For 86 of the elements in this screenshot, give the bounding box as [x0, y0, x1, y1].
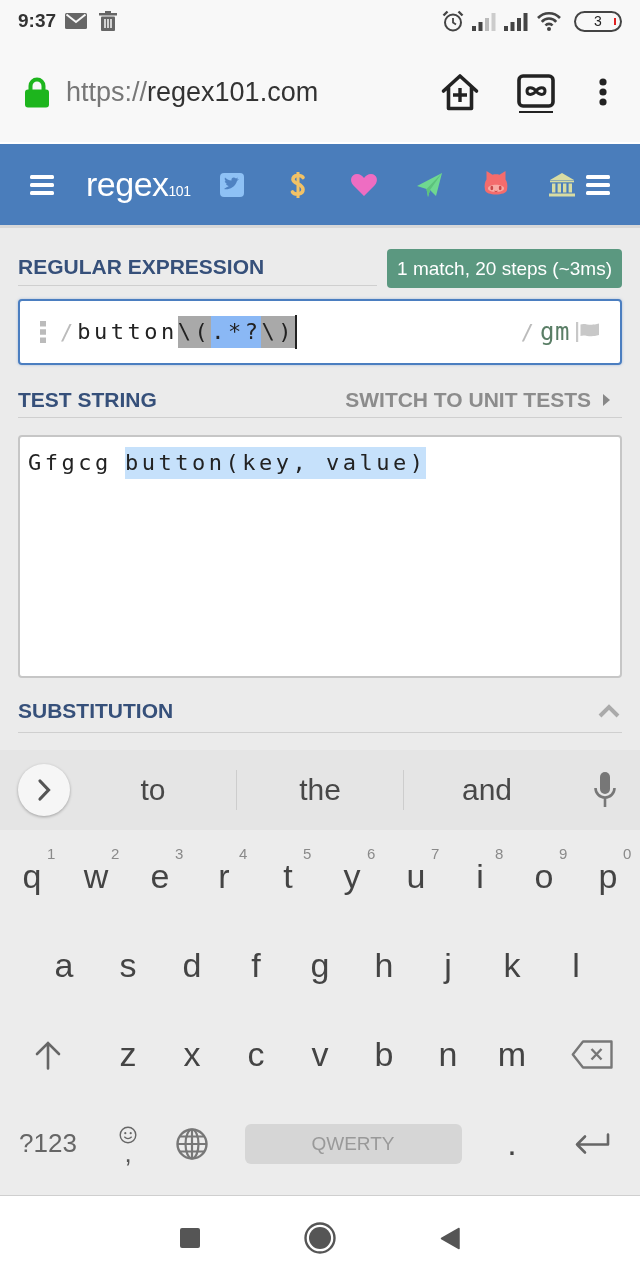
wifi-icon — [536, 11, 562, 31]
text-cursor — [295, 315, 297, 349]
key[interactable]: c — [224, 1010, 288, 1099]
match-highlight: button(key, value) — [124, 447, 427, 479]
key[interactable]: g — [288, 921, 352, 1010]
suggestion[interactable]: the — [237, 750, 403, 830]
home-icon[interactable] — [304, 1222, 336, 1254]
battery-indicator: 3 — [574, 10, 622, 32]
backspace-icon — [571, 1040, 613, 1069]
flag-icon[interactable] — [576, 322, 600, 342]
escape-token: \) — [261, 316, 295, 348]
regex-literal: button — [77, 318, 178, 346]
section-title: TEST STRING — [18, 387, 157, 412]
key[interactable]: m — [480, 1010, 544, 1099]
shift-icon — [34, 1039, 62, 1070]
key[interactable]: f — [224, 921, 288, 1010]
key[interactable]: j — [416, 921, 480, 1010]
match-info-badge: 1 match, 20 steps (~3ms) — [387, 249, 622, 288]
back-icon[interactable] — [440, 1226, 460, 1250]
suggestion[interactable]: and — [404, 750, 570, 830]
drag-handle-icon[interactable] — [40, 321, 46, 343]
key[interactable]: r 4 — [192, 832, 256, 921]
number-hint: 9 — [559, 845, 568, 862]
url-text[interactable]: https://regex101.com — [66, 76, 319, 108]
key[interactable]: p 0 — [576, 832, 640, 921]
number-hint: 8 — [495, 845, 504, 862]
number-hint: 3 — [175, 845, 184, 862]
infinity-icon[interactable] — [517, 74, 555, 114]
clock-time: 9:37 — [18, 10, 57, 32]
number-hint: 5 — [303, 845, 312, 862]
key[interactable]: n — [416, 1010, 480, 1099]
escape-token: \( — [177, 316, 212, 348]
key[interactable]: x — [160, 1010, 224, 1099]
key[interactable]: w 2 — [64, 832, 128, 921]
key[interactable]: q 1 — [0, 832, 64, 921]
symbols-key[interactable]: ?123 — [0, 1099, 96, 1188]
key[interactable]: z — [96, 1010, 160, 1099]
expand-suggestions-icon[interactable] — [18, 764, 70, 816]
mail-icon — [65, 13, 88, 29]
enter-icon — [574, 1132, 610, 1155]
trash-icon — [99, 11, 118, 31]
chevron-up-icon[interactable] — [598, 704, 620, 718]
period-key[interactable]: . — [480, 1099, 544, 1188]
key[interactable]: y 6 — [320, 832, 384, 921]
key[interactable]: s — [96, 921, 160, 1010]
number-hint: 2 — [111, 845, 120, 862]
key[interactable]: k — [480, 921, 544, 1010]
section-title: SUBSTITUTION — [18, 699, 174, 723]
regex-input[interactable]: / button\(.*?\) / gm — [18, 299, 622, 365]
caret-right-icon — [603, 393, 610, 406]
site-logo[interactable]: regex101 — [86, 165, 191, 204]
number-hint: 0 — [623, 845, 632, 862]
delimiter: / — [520, 319, 535, 345]
suggestion[interactable]: to — [70, 750, 236, 830]
recent-apps-icon[interactable] — [180, 1228, 200, 1248]
add-to-home-icon[interactable] — [440, 73, 480, 111]
test-string-input[interactable]: Gfgcg button(key, value) — [18, 435, 622, 678]
quantifier-token: .*? — [211, 316, 262, 348]
section-title: REGULAR EXPRESSION — [18, 255, 265, 279]
smiley-icon — [119, 1125, 137, 1144]
signal-icon — [504, 11, 528, 31]
lock-icon — [24, 76, 50, 108]
key[interactable]: u 7 — [384, 832, 448, 921]
delimiter: / — [60, 319, 74, 345]
number-hint: 4 — [239, 845, 248, 862]
key[interactable]: v — [288, 1010, 352, 1099]
key[interactable]: b — [352, 1010, 416, 1099]
globe-icon — [176, 1127, 208, 1160]
alarm-clock-icon — [442, 10, 464, 32]
key[interactable]: e 3 — [128, 832, 192, 921]
key[interactable]: d — [160, 921, 224, 1010]
microphone-icon[interactable] — [593, 772, 617, 808]
key[interactable]: h — [352, 921, 416, 1010]
number-hint: 1 — [47, 845, 56, 862]
more-options-icon[interactable] — [599, 78, 607, 106]
number-hint: 6 — [367, 845, 376, 862]
flags-button[interactable]: gm — [540, 318, 570, 346]
comma-key[interactable]: , — [96, 1099, 160, 1188]
key[interactable]: a — [32, 921, 96, 1010]
key[interactable]: l — [544, 921, 608, 1010]
number-hint: 7 — [431, 845, 440, 862]
signal-icon — [472, 11, 496, 31]
key[interactable]: i 8 — [448, 832, 512, 921]
key[interactable]: t 5 — [256, 832, 320, 921]
test-text: Gfgcg — [28, 449, 112, 477]
key[interactable]: o 9 — [512, 832, 576, 921]
